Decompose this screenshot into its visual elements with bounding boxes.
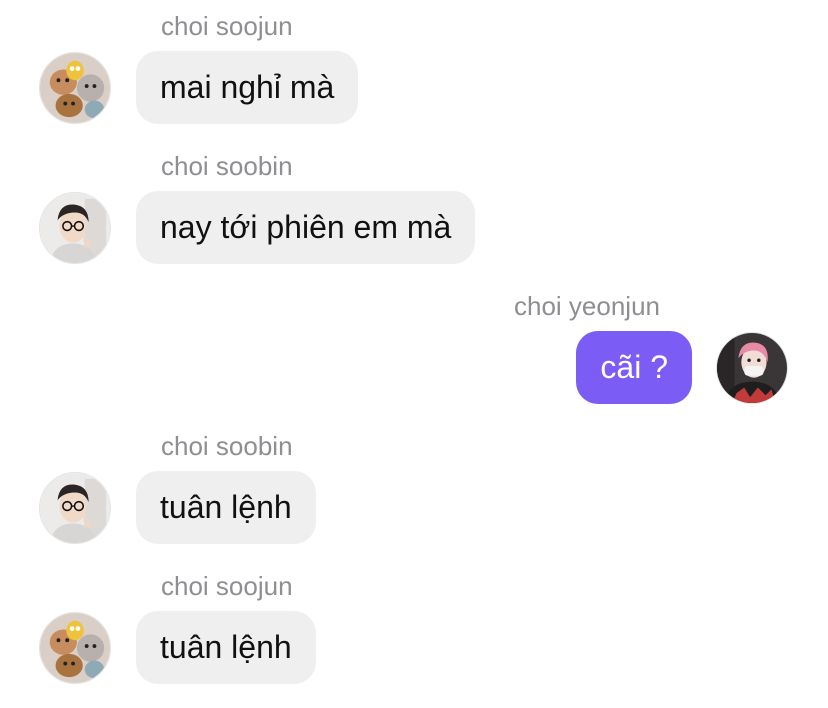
message-bubble[interactable]: tuân lệnh <box>136 471 316 544</box>
glasses-person-avatar-icon[interactable] <box>39 192 111 264</box>
sender-name: choi yeonjun <box>514 291 660 321</box>
message-row: choi soojun tuân lệnh <box>0 560 828 700</box>
message-row: choi yeonjun cãi ? <box>0 280 828 420</box>
message-bubble[interactable]: nay tới phiên em mà <box>136 191 476 264</box>
sender-name: choi soobin <box>161 151 293 181</box>
message-row: choi soojun mai nghỉ mà <box>0 0 828 140</box>
message-bubble[interactable]: mai nghỉ mà <box>136 51 359 124</box>
sender-name: choi soobin <box>161 431 293 461</box>
message-bubble[interactable]: cãi ? <box>576 331 692 404</box>
plush-toys-avatar-icon[interactable] <box>39 52 111 124</box>
message-row: choi soobin tuân lệnh <box>0 420 828 560</box>
glasses-person-avatar-icon[interactable] <box>39 472 111 544</box>
message-bubble[interactable]: tuân lệnh <box>136 611 316 684</box>
plush-toys-avatar-icon[interactable] <box>39 612 111 684</box>
sender-name: choi soojun <box>161 571 293 601</box>
message-row: choi soobin nay tới phiên em mà <box>0 140 828 280</box>
pink-hair-person-avatar-icon[interactable] <box>716 332 788 404</box>
sender-name: choi soojun <box>161 11 293 41</box>
chat-thread: choi soojun mai nghỉ mà choi soobin nay … <box>0 0 828 708</box>
